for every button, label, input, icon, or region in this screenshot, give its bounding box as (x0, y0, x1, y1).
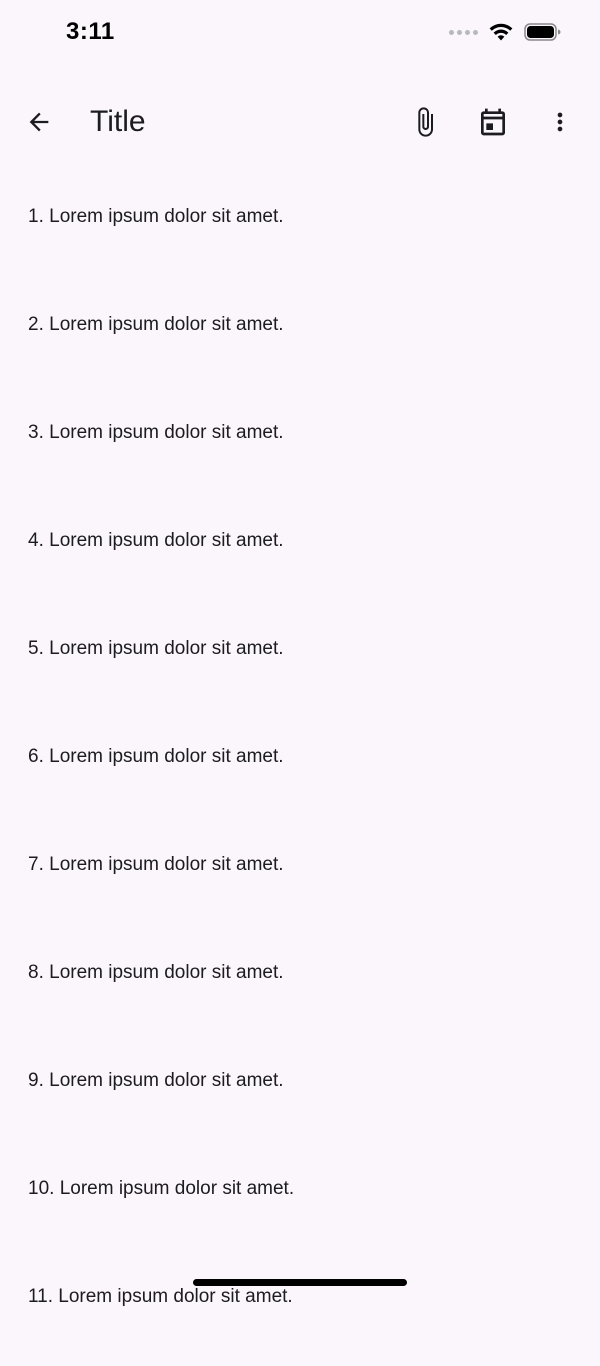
list-item: 4. Lorem ipsum dolor sit amet. (28, 530, 284, 551)
calendar-icon (481, 108, 505, 136)
attach-icon (418, 107, 433, 137)
arrow-back-icon (29, 112, 49, 132)
status-bar: 3:11 (0, 0, 600, 68)
wifi-icon (489, 23, 513, 41)
calendar-button[interactable] (469, 98, 517, 146)
list-item: 6. Lorem ipsum dolor sit amet. (28, 746, 284, 767)
list-item: 3. Lorem ipsum dolor sit amet. (28, 422, 284, 443)
top-app-bar: Title (0, 86, 600, 158)
page-title: Title (90, 105, 146, 138)
list-item: 7. Lorem ipsum dolor sit amet. (28, 854, 284, 875)
status-time: 3:11 (66, 18, 115, 45)
list-item: 9. Lorem ipsum dolor sit amet. (28, 1070, 284, 1091)
attach-button[interactable] (401, 98, 449, 146)
status-icons (449, 22, 562, 42)
more-options-button[interactable] (536, 98, 584, 146)
content-list: 1. Lorem ipsum dolor sit amet. 2. Lorem … (28, 178, 568, 1366)
list-item: 2. Lorem ipsum dolor sit amet. (28, 314, 284, 335)
list-item: 10. Lorem ipsum dolor sit amet. (28, 1178, 295, 1199)
list-item: 1. Lorem ipsum dolor sit amet. (28, 206, 284, 227)
list-item: 5. Lorem ipsum dolor sit amet. (28, 638, 284, 659)
cellular-signal-icon (449, 29, 478, 35)
battery-icon (524, 23, 561, 41)
list-item: 11. Lorem ipsum dolor sit amet. (28, 1286, 293, 1307)
back-button[interactable] (15, 98, 63, 146)
more-vert-icon (557, 112, 563, 132)
list-item: 8. Lorem ipsum dolor sit amet. (28, 962, 284, 983)
home-indicator[interactable] (193, 1279, 407, 1286)
